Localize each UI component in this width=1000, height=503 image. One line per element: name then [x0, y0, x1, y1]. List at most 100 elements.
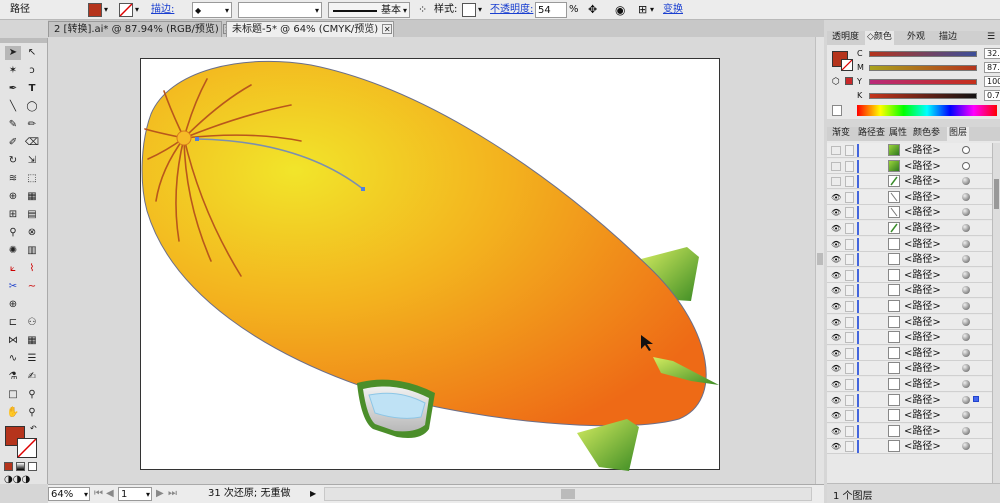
lock-toggle[interactable] [845, 254, 854, 266]
warp-tool-icon[interactable]: ≋ [5, 172, 21, 186]
scale-tool-icon[interactable]: ⇲ [24, 154, 40, 168]
visibility-eye-icon[interactable] [831, 177, 841, 187]
lock-toggle[interactable] [845, 285, 854, 297]
stroke-color-box[interactable] [17, 438, 37, 458]
paintbrush-tool-icon[interactable]: ✎ [5, 118, 21, 132]
layer-row[interactable]: <路径> [827, 174, 992, 190]
panel-menu-icon[interactable]: ☰ [987, 32, 995, 42]
ellipse-tool-icon[interactable]: ◯ [24, 100, 40, 114]
brush-definition-dropdown[interactable]: 基本 ▾ [328, 2, 410, 18]
target-circle-icon[interactable] [962, 270, 970, 279]
target-circle-icon[interactable] [962, 411, 970, 420]
lock-toggle[interactable] [845, 332, 854, 344]
transform-link[interactable]: 变换 [663, 2, 683, 18]
layers-scrollbar[interactable] [992, 143, 1000, 483]
lock-toggle[interactable] [845, 441, 854, 453]
fill-color-swatch[interactable] [88, 3, 102, 17]
visibility-eye-icon[interactable] [831, 146, 841, 155]
layer-row[interactable]: 👁 <路径> [827, 361, 992, 377]
artboard[interactable] [140, 58, 720, 471]
stroke-dropdown-icon[interactable]: ▾ [135, 2, 139, 18]
slider-c[interactable]: C32.42% [857, 48, 1000, 59]
visibility-eye-icon[interactable]: 👁 [831, 427, 841, 436]
visibility-eye-icon[interactable]: 👁 [831, 442, 841, 451]
graphic-style-swatch[interactable] [462, 3, 476, 17]
visibility-eye-icon[interactable] [831, 161, 841, 171]
visibility-eye-icon[interactable]: 👁 [831, 240, 841, 249]
zoom-dropdown[interactable]: 64% ▾ [48, 487, 90, 501]
opacity-input[interactable]: 54 [535, 2, 567, 18]
pen-tool-icon[interactable]: ✒ [5, 82, 21, 96]
variable-width-dropdown[interactable]: ▾ [238, 2, 322, 18]
rectangle-tool-icon[interactable]: □ [5, 388, 21, 402]
horizontal-scrollbar[interactable] [324, 487, 812, 501]
layer-row[interactable]: 👁 <路径> [827, 221, 992, 236]
shape-builder-tool-icon[interactable]: ⊕ [5, 190, 21, 204]
layer-row[interactable]: 👁 <路径> [827, 439, 992, 455]
slider-y[interactable]: Y100% [857, 76, 1000, 87]
column-graph-tool-icon[interactable]: ▥ [24, 244, 40, 258]
perspective-grid-tool-icon[interactable]: ▦ [24, 190, 40, 204]
tab-layers[interactable]: 图层 [947, 127, 970, 141]
target-circle-icon[interactable] [962, 255, 970, 264]
target-circle-icon[interactable] [962, 286, 970, 295]
target-circle-icon[interactable] [962, 224, 970, 232]
lock-toggle[interactable] [845, 301, 854, 312]
graph-tool-icon[interactable]: ▦ [24, 334, 40, 348]
visibility-eye-icon[interactable]: 👁 [831, 396, 841, 405]
gradient-tool-icon[interactable]: ▤ [24, 208, 40, 222]
first-page-icon[interactable]: ⏮ [94, 487, 103, 501]
visibility-eye-icon[interactable]: 👁 [831, 318, 841, 327]
layer-row[interactable]: 👁 <路径> [827, 377, 992, 392]
tab-color[interactable]: ◇颜色 [865, 31, 894, 45]
visibility-eye-icon[interactable]: 👁 [831, 224, 841, 233]
target-circle-icon[interactable] [962, 208, 970, 217]
stroke-weight-dropdown[interactable]: ◆ ▾ [192, 2, 232, 18]
lock-toggle[interactable] [845, 176, 854, 188]
lock-toggle[interactable] [845, 223, 854, 234]
selection-indicator[interactable] [973, 395, 979, 402]
layer-row[interactable]: 👁 <路径> [827, 408, 992, 424]
pencil-tool-icon[interactable]: ✏ [24, 118, 40, 132]
color-mode-buttons[interactable] [4, 462, 44, 472]
slider-k[interactable]: K0.78% [857, 90, 1000, 101]
canvas-area[interactable] [48, 37, 824, 485]
blob-brush-tool-icon[interactable]: ✐ [5, 136, 21, 150]
visibility-eye-icon[interactable]: 👁 [831, 380, 841, 389]
layer-row[interactable]: 👁 <路径> [827, 392, 992, 408]
tab-attributes[interactable]: 属性 [887, 127, 909, 141]
lock-toggle[interactable] [845, 363, 854, 375]
tab-gradient[interactable]: 渐变 [830, 127, 852, 141]
magic-wand-tool-icon[interactable]: ✶ [5, 64, 21, 78]
swap-colors-icon[interactable]: ↶ [30, 424, 37, 433]
slider-m[interactable]: M87.5% [857, 62, 1000, 73]
target-circle-icon[interactable] [962, 177, 970, 186]
visibility-eye-icon[interactable]: 👁 [831, 411, 841, 420]
layer-row[interactable]: 👁 <路径> [827, 299, 992, 314]
visibility-eye-icon[interactable]: 👁 [831, 255, 841, 264]
layer-row[interactable]: 👁 <路径> [827, 205, 992, 221]
zoom-tool-alt-icon[interactable]: ⚲ [24, 406, 40, 420]
layer-row[interactable]: 👁 <路径> [827, 345, 992, 361]
lock-toggle[interactable] [845, 145, 854, 156]
last-page-icon[interactable]: ⏭ [168, 487, 177, 501]
tab-transparency[interactable]: 透明度 [830, 31, 861, 45]
target-circle-icon[interactable] [962, 348, 970, 357]
tab-color-guide[interactable]: 颜色参 [911, 127, 942, 141]
draw-mode-buttons[interactable]: ◑◑◑ [4, 475, 30, 485]
layer-row[interactable]: <路径> [827, 158, 992, 174]
visibility-eye-icon[interactable]: 👁 [831, 271, 841, 280]
recolor-icon[interactable]: ✥ [588, 2, 597, 18]
lock-toggle[interactable] [845, 316, 854, 328]
live-paint-tool-icon[interactable]: ⚗ [5, 370, 21, 384]
target-circle-icon[interactable] [962, 333, 970, 342]
direct-selection-tool-icon[interactable]: ↖ [24, 46, 40, 60]
hand-tool-alt-icon[interactable]: ✋ [5, 406, 21, 420]
target-circle-icon[interactable] [962, 317, 970, 326]
align-dropdown-icon[interactable]: ▾ [650, 2, 654, 18]
lock-toggle[interactable] [845, 347, 854, 359]
lock-toggle[interactable] [845, 425, 854, 437]
visibility-eye-icon[interactable]: 👁 [831, 286, 841, 295]
slice-tool-icon[interactable]: ⌇ [24, 262, 40, 276]
target-circle-icon[interactable] [962, 380, 970, 388]
